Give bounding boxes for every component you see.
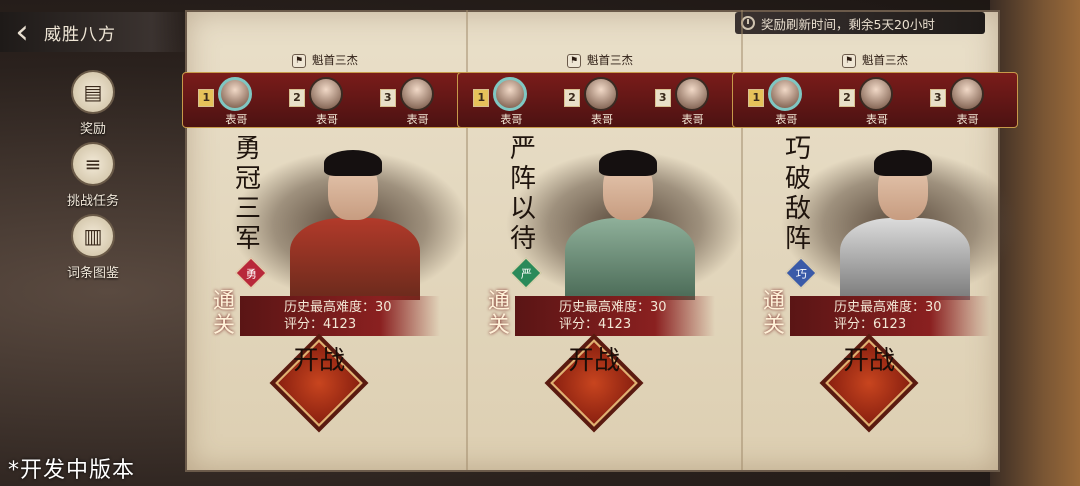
sidebar-item-rewards[interactable]: ▤ 奖励	[58, 70, 128, 137]
rank-header: ⚑ 魁首三杰	[190, 52, 460, 68]
chevron-left-icon[interactable]: ‹	[15, 12, 29, 52]
rank-number: 3	[379, 89, 396, 107]
rank-title: 魁首三杰	[587, 53, 633, 67]
rank-number: 2	[288, 89, 305, 107]
rank-number: 2	[838, 89, 855, 107]
leaderboard-slot-3[interactable]: 3 表哥	[926, 75, 1006, 126]
best-difficulty: 历史最高难度：30	[284, 300, 392, 315]
header: ‹ 威胜八方	[0, 12, 190, 52]
rank-number: 3	[929, 89, 946, 107]
rank-header: ⚑ 魁首三杰	[740, 52, 1010, 68]
dev-build-watermark: *开发中版本	[8, 458, 136, 483]
leaderboard: 1 表哥 2 表哥 3 表哥	[182, 72, 468, 128]
leaderboard-slot-3[interactable]: 3 表哥	[651, 75, 731, 126]
chest-icon[interactable]: ▤	[71, 70, 115, 114]
rank-title: 魁首三杰	[862, 53, 908, 67]
timer-text: 奖励刷新时间，剩余5天20小时	[761, 16, 935, 32]
rank-number: 3	[654, 89, 671, 107]
leaderboard-slot-1[interactable]: 1 表哥	[194, 75, 274, 126]
player-name: 表哥	[315, 113, 338, 126]
cards-icon[interactable]: ▥	[71, 214, 115, 258]
score: 评分：6123	[834, 317, 907, 332]
back-button[interactable]: ‹	[0, 12, 44, 52]
rank-number: 2	[563, 89, 580, 107]
motto: 勇冠三军	[234, 134, 261, 254]
avatar	[768, 77, 803, 111]
rank-icon: ⚑	[292, 53, 306, 68]
score: 评分：4123	[559, 317, 632, 332]
player-name: 表哥	[500, 113, 523, 126]
mode-card-1: ⚑ 魁首三杰 1 表哥 2 表哥 3 表哥 勇冠三军 勇 历史最高难度：30 评分：41…	[182, 10, 470, 470]
motto: 巧破敌阵	[784, 134, 811, 254]
player-name: 表哥	[681, 113, 704, 126]
clear-record: 历史最高难度：30 评分：6123	[790, 296, 990, 336]
player-name: 表哥	[406, 113, 429, 126]
player-name: 表哥	[590, 113, 613, 126]
sidebar-item-label: 挑战任务	[66, 194, 119, 209]
best-difficulty: 历史最高难度：30	[834, 300, 942, 315]
avatar	[949, 77, 984, 111]
sidebar-item-challenge[interactable]: ≡ 挑战任务	[58, 142, 128, 209]
leaderboard: 1 表哥 2 表哥 3 表哥	[732, 72, 1018, 128]
rank-number: 1	[198, 89, 215, 107]
hero-portrait	[505, 140, 745, 300]
clear-record: 历史最高难度：30 评分：4123	[240, 296, 440, 336]
hero-portrait	[780, 140, 1020, 300]
player-name: 表哥	[865, 113, 888, 126]
fight-button-label[interactable]: 开战	[838, 346, 900, 376]
avatar	[858, 77, 893, 111]
motto: 严阵以待	[509, 134, 536, 254]
sidebar-item-label: 奖励	[79, 122, 106, 137]
fight-button-label[interactable]: 开战	[563, 346, 625, 376]
player-name: 表哥	[775, 113, 798, 126]
player-name: 表哥	[225, 113, 248, 126]
clear-tag: 通关	[212, 289, 235, 338]
clear-record: 历史最高难度：30 评分：4123	[515, 296, 715, 336]
rank-icon: ⚑	[842, 53, 856, 68]
leaderboard-slot-3[interactable]: 3 表哥	[376, 75, 456, 126]
rank-icon: ⚑	[567, 53, 581, 68]
fight-button-label[interactable]: 开战	[288, 346, 350, 376]
clock-icon	[741, 16, 755, 30]
score: 评分：4123	[284, 317, 357, 332]
avatar	[308, 77, 343, 111]
sidebar-item-label: 词条图鉴	[66, 266, 119, 281]
avatar	[218, 77, 253, 111]
rank-number: 1	[473, 89, 490, 107]
leaderboard-slot-1[interactable]: 1 表哥	[744, 75, 824, 126]
mode-card-3: ⚑ 魁首三杰 1 表哥 2 表哥 3 表哥 巧破敌阵 巧 历史最高难度：30 评分：61…	[732, 52, 1020, 470]
page-title: 威胜八方	[44, 24, 116, 45]
leaderboard-slot-2[interactable]: 2 表哥	[835, 75, 915, 126]
mode-card-2: ⚑ 魁首三杰 1 表哥 2 表哥 3 表哥 严阵以待 严 历史最高难度：30 评分：41…	[457, 10, 745, 470]
best-difficulty: 历史最高难度：30	[559, 300, 667, 315]
avatar	[674, 77, 709, 111]
sidebar-item-codex[interactable]: ▥ 词条图鉴	[58, 214, 128, 281]
leaderboard: 1 表哥 2 表哥 3 表哥	[457, 72, 743, 128]
leaderboard-slot-2[interactable]: 2 表哥	[285, 75, 365, 126]
leaderboard-slot-2[interactable]: 2 表哥	[560, 75, 640, 126]
leaderboard-slot-1[interactable]: 1 表哥	[469, 75, 549, 126]
scroll-icon[interactable]: ≡	[71, 142, 115, 186]
clear-tag: 通关	[487, 289, 510, 338]
avatar	[583, 77, 618, 111]
avatar	[493, 77, 528, 111]
hero-portrait	[230, 140, 470, 300]
rank-header: ⚑ 魁首三杰	[465, 52, 735, 68]
rank-title: 魁首三杰	[312, 53, 358, 67]
reward-timer: 奖励刷新时间，剩余5天20小时	[735, 12, 985, 34]
player-name: 表哥	[956, 113, 979, 126]
clear-tag: 通关	[762, 289, 785, 338]
avatar	[399, 77, 434, 111]
rank-number: 1	[748, 89, 765, 107]
